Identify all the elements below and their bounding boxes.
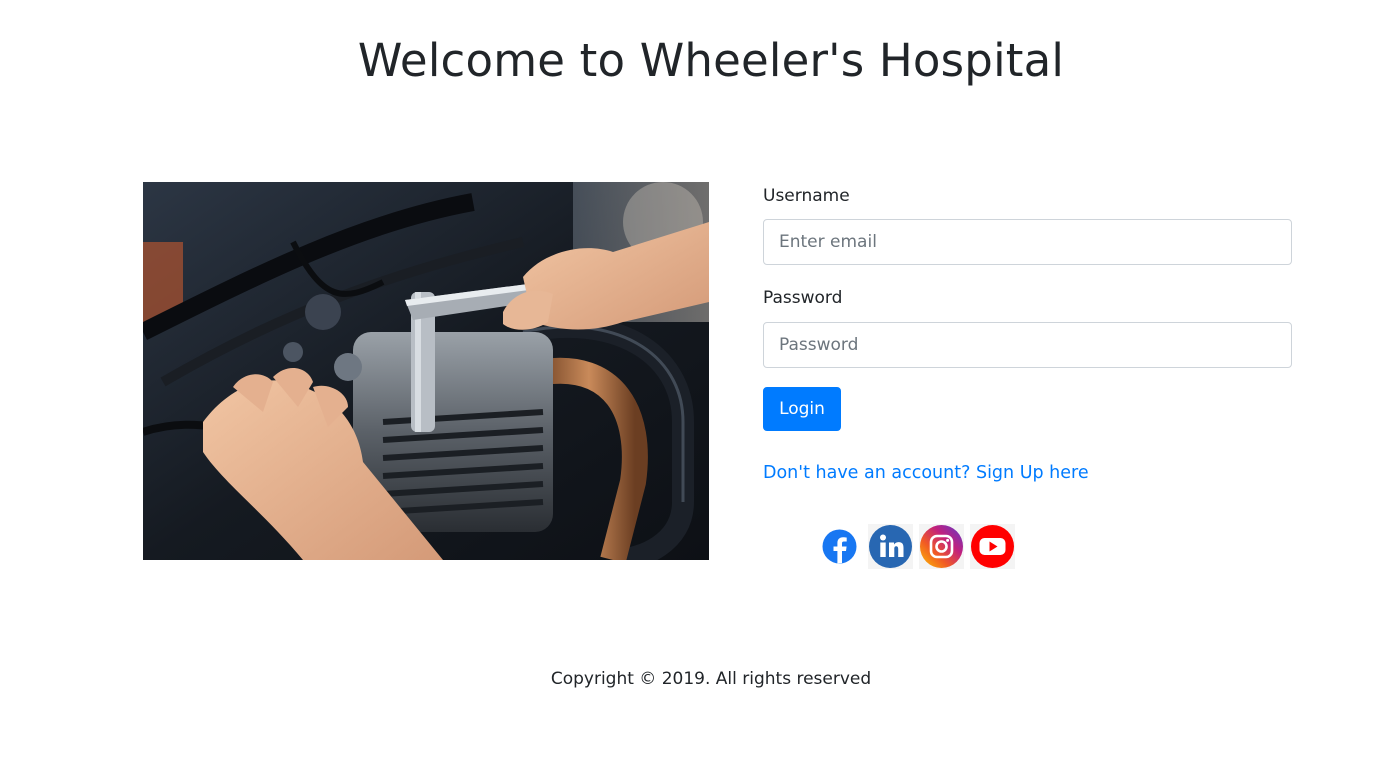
signup-link[interactable]: Don't have an account? Sign Up here	[763, 463, 1089, 483]
youtube-icon	[970, 524, 1015, 569]
linkedin-icon	[868, 524, 913, 569]
facebook-link[interactable]	[817, 524, 862, 569]
hero-image	[143, 182, 709, 560]
footer-copyright: Copyright © 2019. All rights reserved	[550, 669, 872, 689]
username-input[interactable]	[763, 219, 1292, 265]
youtube-link[interactable]	[970, 524, 1015, 569]
instagram-link[interactable]	[919, 524, 964, 569]
password-input[interactable]	[763, 322, 1292, 368]
password-label: Password	[763, 288, 843, 308]
page: Welcome to Wheeler's Hospital Username E…	[0, 0, 1386, 777]
username-label: Username	[763, 186, 850, 206]
motorcycle-engine-photo	[143, 182, 709, 560]
page-title: Welcome to Wheeler's Hospital	[357, 34, 1065, 87]
social-links	[817, 524, 1015, 569]
login-button[interactable]: Login	[763, 387, 841, 431]
linkedin-link[interactable]	[868, 524, 913, 569]
facebook-icon	[822, 529, 857, 564]
instagram-icon	[919, 524, 964, 569]
